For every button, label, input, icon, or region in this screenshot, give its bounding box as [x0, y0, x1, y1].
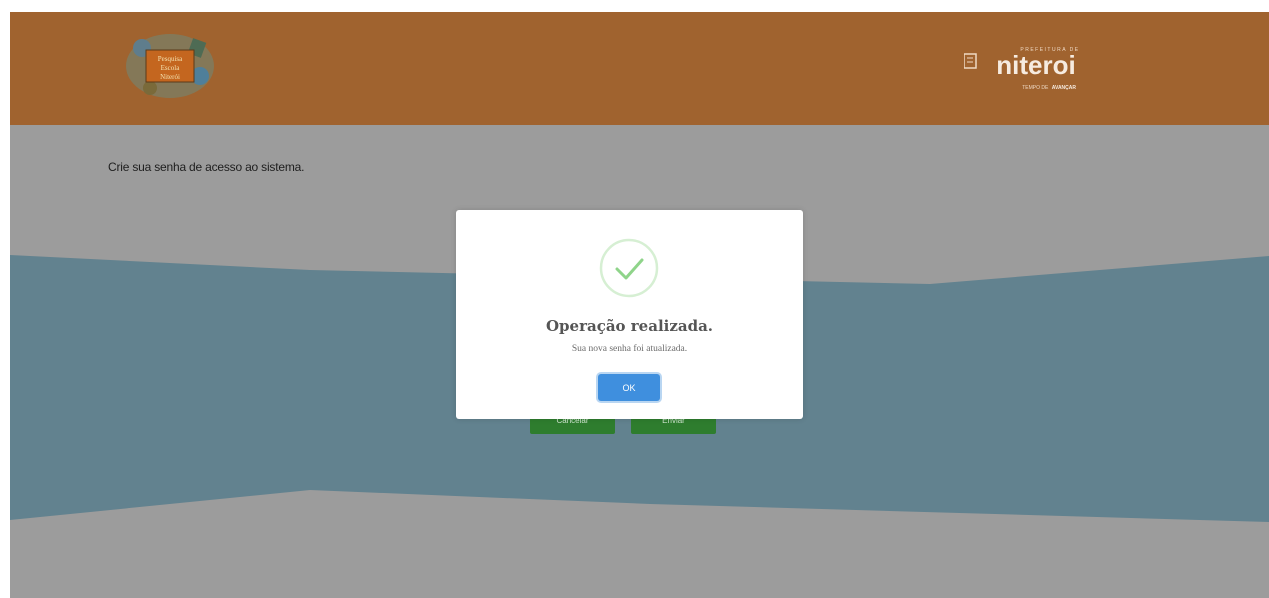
ok-button[interactable]: OK — [598, 374, 660, 401]
dialog-message: Sua nova senha foi atualizada. — [571, 344, 688, 354]
success-dialog: Operação realizada. Sua nova senha foi a… — [456, 210, 803, 419]
success-check-icon — [599, 238, 659, 298]
dialog-title: Operação realizada. — [545, 317, 714, 335]
app-frame: Pesquisa Escola Niterói PREFEITURA DE ni… — [10, 12, 1269, 598]
